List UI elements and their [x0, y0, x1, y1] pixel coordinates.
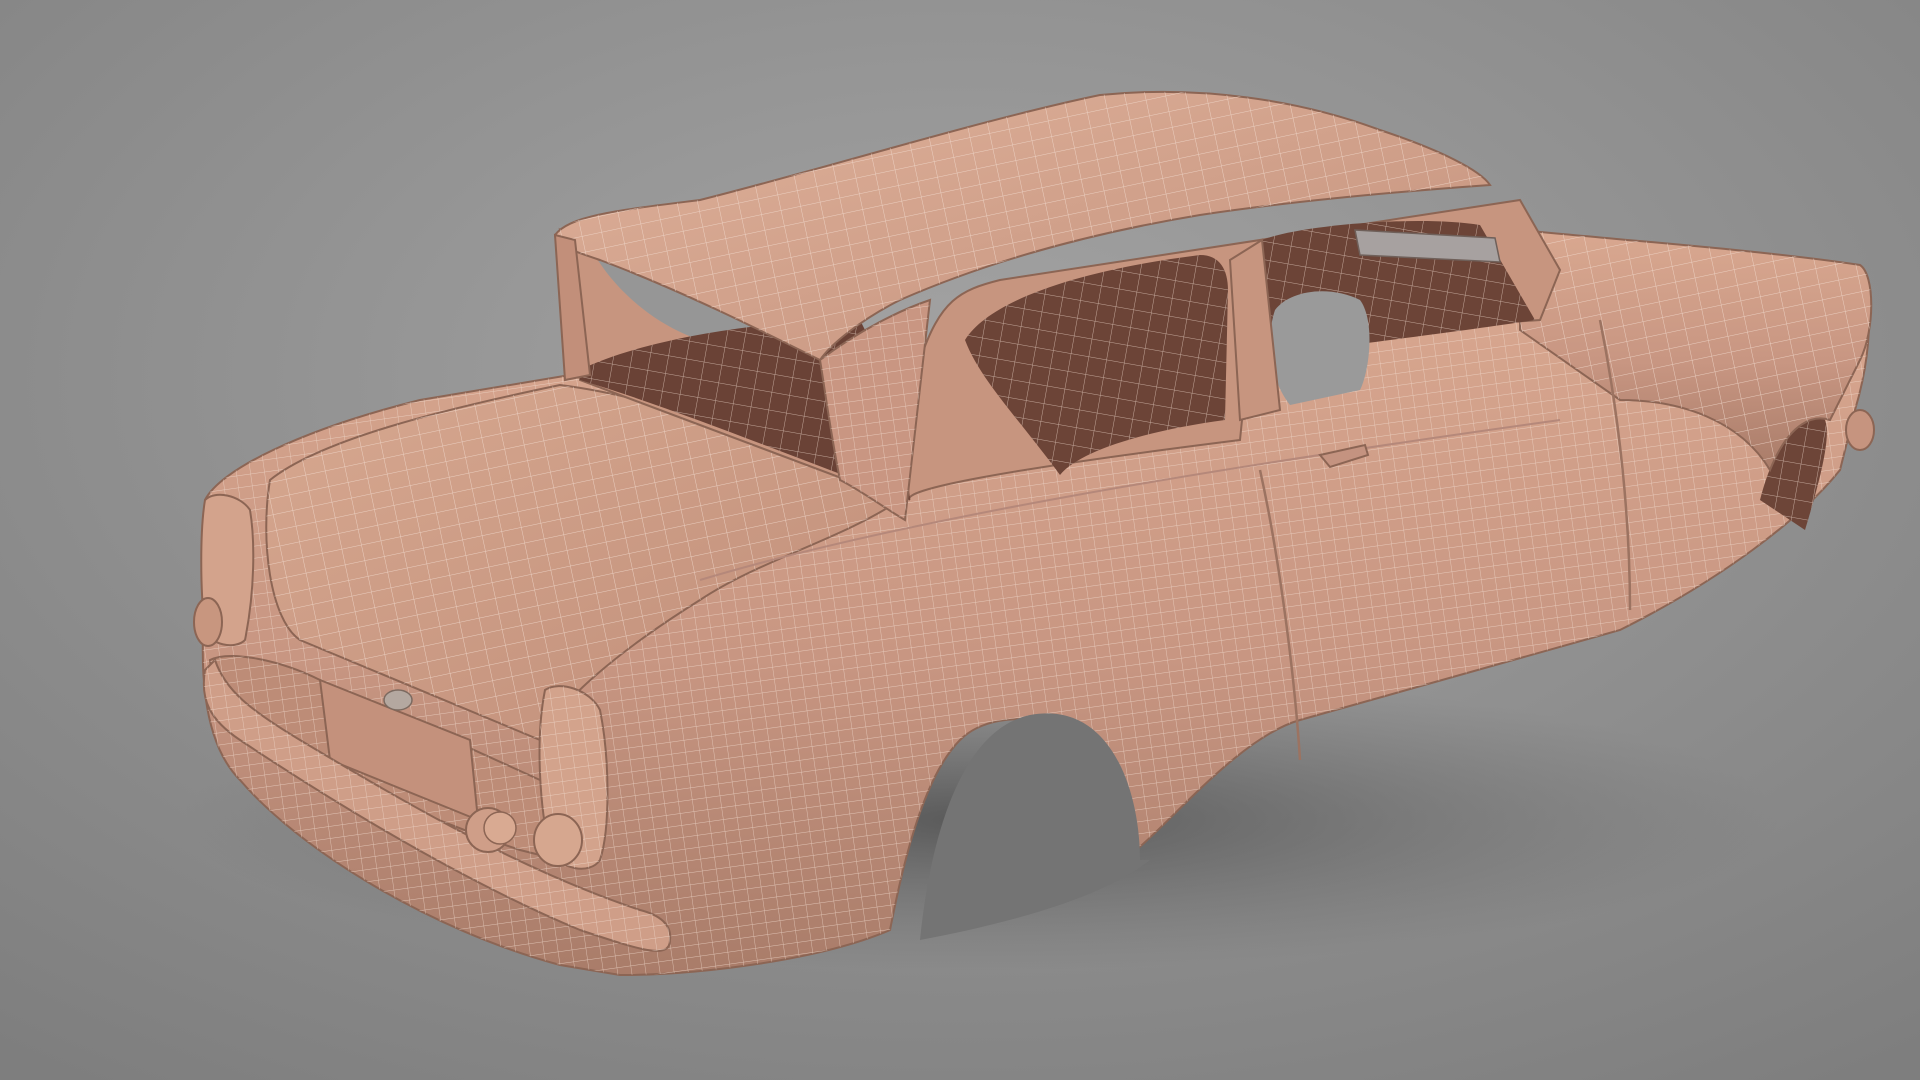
reverse-light-lens — [483, 811, 517, 845]
left-tail-light — [193, 597, 223, 647]
render-viewport — [0, 0, 1920, 1080]
trunk-emblem — [383, 689, 413, 711]
right-tail-light — [533, 813, 583, 867]
car-render-scene — [0, 0, 1920, 1080]
windshield-see-through — [1270, 291, 1370, 405]
headlight-rim — [1845, 409, 1875, 451]
